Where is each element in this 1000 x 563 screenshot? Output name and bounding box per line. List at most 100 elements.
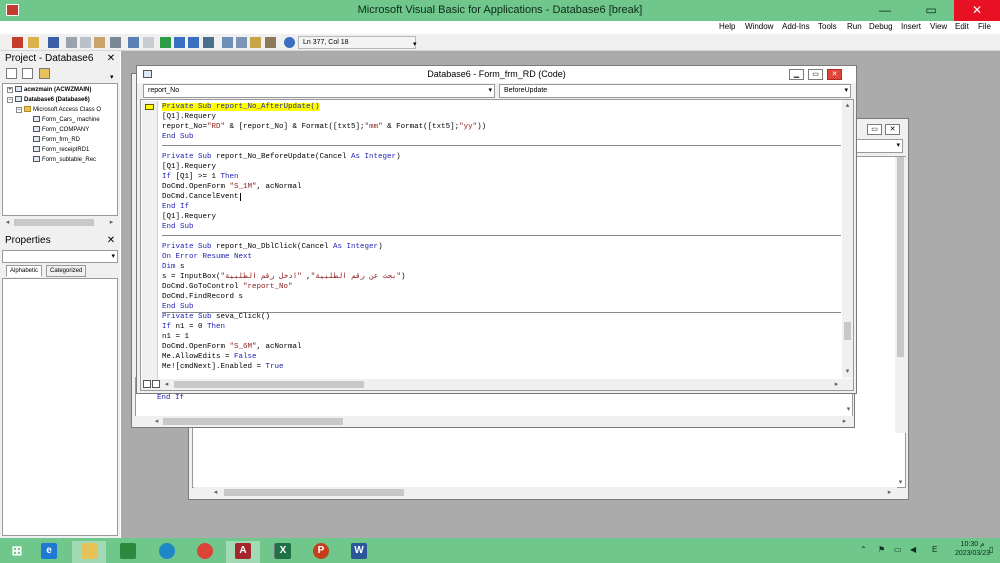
scroll-left-icon[interactable]: ◂ bbox=[161, 379, 172, 390]
taskbar-word[interactable]: W bbox=[342, 541, 376, 563]
taskbar-edge[interactable] bbox=[150, 541, 184, 563]
minimize-button[interactable]: — bbox=[862, 0, 908, 21]
volume-icon[interactable]: ◀ bbox=[910, 545, 916, 554]
scroll-thumb[interactable] bbox=[14, 219, 94, 226]
paste-icon[interactable] bbox=[94, 37, 105, 48]
code-vscroll[interactable]: ▴ ▾ bbox=[842, 100, 853, 378]
project-hscroll[interactable]: ◂ ▸ bbox=[2, 217, 118, 228]
menu-view[interactable]: View bbox=[930, 22, 947, 31]
insert-userform-icon[interactable] bbox=[28, 37, 39, 48]
scroll-down-icon[interactable]: ▾ bbox=[842, 366, 853, 377]
menu-tools[interactable]: Tools bbox=[818, 22, 837, 31]
menu-help[interactable]: Help bbox=[719, 22, 735, 31]
taskbar-powerpoint[interactable]: P bbox=[304, 541, 338, 563]
view-object-icon[interactable] bbox=[22, 68, 33, 79]
tree-item-database6[interactable]: − Database6 (Database6) bbox=[7, 96, 90, 103]
scroll-thumb[interactable] bbox=[163, 418, 343, 425]
scroll-right-icon[interactable]: ▸ bbox=[839, 416, 850, 427]
close-icon[interactable]: ✕ bbox=[106, 234, 116, 248]
network-icon[interactable]: ▭ bbox=[894, 545, 902, 554]
tab-categorized[interactable]: Categorized bbox=[46, 265, 87, 277]
menu-edit[interactable]: Edit bbox=[955, 22, 969, 31]
menu-file[interactable]: File bbox=[978, 22, 991, 31]
toolbar-options-icon[interactable]: ▾ bbox=[413, 40, 417, 48]
code-window-caption[interactable]: Database6 - Form_frm_RD (Code) ▁ ▭ ✕ bbox=[137, 66, 856, 83]
maximize-button[interactable]: ▭ bbox=[908, 0, 954, 21]
taskbar-explorer[interactable] bbox=[72, 541, 106, 563]
code-hscroll[interactable]: ◂ ▸ bbox=[141, 379, 853, 390]
expand-icon[interactable]: + bbox=[7, 87, 13, 93]
scroll-down-icon[interactable]: ▾ bbox=[843, 404, 854, 415]
break-icon[interactable] bbox=[174, 37, 185, 48]
scroll-right-icon[interactable]: ▸ bbox=[831, 379, 842, 390]
object-browser-icon[interactable] bbox=[250, 37, 261, 48]
cut-icon[interactable] bbox=[66, 37, 77, 48]
redo-icon[interactable] bbox=[143, 37, 154, 48]
project-explorer-icon[interactable] bbox=[222, 37, 233, 48]
tree-item-acwzmain[interactable]: + acwzmain (ACWZMAIN) bbox=[7, 86, 91, 93]
save-icon[interactable] bbox=[48, 37, 59, 48]
tree-item-access-objects[interactable]: − Microsoft Access Class O bbox=[16, 106, 101, 113]
tree-item-form-company[interactable]: Form_COMPANY bbox=[33, 126, 89, 133]
close-icon[interactable]: ✕ bbox=[885, 124, 900, 135]
scroll-right-icon[interactable]: ▸ bbox=[106, 217, 117, 228]
help-icon[interactable] bbox=[284, 37, 295, 48]
tree-item-form-receipt[interactable]: Form_receiptRD1 bbox=[33, 146, 89, 153]
taskbar-store[interactable] bbox=[111, 541, 145, 563]
middle-hscroll[interactable]: ◂ ▸ bbox=[135, 416, 853, 427]
scroll-left-icon[interactable]: ◂ bbox=[210, 487, 221, 498]
menu-debug[interactable]: Debug bbox=[869, 22, 893, 31]
chevron-down-icon[interactable]: ▾ bbox=[111, 252, 115, 260]
restore-icon[interactable]: ▭ bbox=[867, 124, 882, 135]
reset-icon[interactable] bbox=[188, 37, 199, 48]
design-mode-icon[interactable] bbox=[203, 37, 214, 48]
scroll-thumb[interactable] bbox=[844, 322, 851, 340]
collapse-icon[interactable]: − bbox=[16, 107, 22, 113]
scroll-left-icon[interactable]: ◂ bbox=[2, 217, 13, 228]
menu-add-ins[interactable]: Add-Ins bbox=[782, 22, 810, 31]
copy-icon[interactable] bbox=[80, 37, 91, 48]
full-module-view-icon[interactable] bbox=[152, 380, 160, 388]
close-icon[interactable]: ✕ bbox=[106, 52, 116, 66]
input-language[interactable]: E bbox=[932, 545, 937, 554]
scroll-thumb[interactable] bbox=[224, 489, 404, 496]
show-hidden-icons[interactable]: ⌃ bbox=[860, 545, 867, 554]
undo-icon[interactable] bbox=[128, 37, 139, 48]
chevron-down-icon[interactable]: ▾ bbox=[488, 85, 492, 97]
find-icon[interactable] bbox=[110, 37, 121, 48]
tree-item-form-cars[interactable]: Form_Cars_ machine bbox=[33, 116, 100, 123]
properties-window-icon[interactable] bbox=[236, 37, 247, 48]
code-editor[interactable]: Private Sub report_No_AfterUpdate() [Q1]… bbox=[140, 99, 854, 391]
toggle-folders-icon[interactable] bbox=[39, 68, 50, 79]
taskbar-ie[interactable]: e bbox=[32, 541, 66, 563]
code-window-active[interactable]: Database6 - Form_frm_RD (Code) ▁ ▭ ✕ rep… bbox=[136, 65, 857, 394]
minimize-icon[interactable]: ▁ bbox=[789, 69, 804, 80]
taskbar-excel[interactable]: X bbox=[266, 541, 300, 563]
properties-object-select[interactable]: ▾ bbox=[2, 250, 118, 263]
tree-item-form-subtable[interactable]: Form_subtable_Rec bbox=[33, 156, 96, 163]
procedure-view-icon[interactable] bbox=[143, 380, 151, 388]
scroll-up-icon[interactable]: ▴ bbox=[842, 100, 853, 111]
back-vscroll[interactable] bbox=[895, 157, 906, 433]
view-access-icon[interactable] bbox=[12, 37, 23, 48]
chevron-down-icon[interactable]: ▾ bbox=[896, 140, 900, 152]
chevron-down-icon[interactable]: ▾ bbox=[844, 85, 848, 97]
close-button[interactable]: ✕ bbox=[954, 0, 1000, 21]
menu-run[interactable]: Run bbox=[847, 22, 862, 31]
margin-indicator-bar[interactable] bbox=[142, 101, 158, 389]
menu-window[interactable]: Window bbox=[745, 22, 773, 31]
scroll-thumb[interactable] bbox=[897, 157, 904, 357]
menu-insert[interactable]: Insert bbox=[901, 22, 921, 31]
scroll-left-icon[interactable]: ◂ bbox=[151, 416, 162, 427]
toolbox-icon[interactable] bbox=[265, 37, 276, 48]
back-hscroll[interactable]: ◂ ▸ bbox=[194, 487, 897, 498]
start-button[interactable]: ⊞ bbox=[0, 541, 34, 563]
taskbar-chrome[interactable] bbox=[188, 541, 222, 563]
scroll-thumb[interactable] bbox=[174, 381, 364, 388]
view-code-icon[interactable] bbox=[6, 68, 17, 79]
flag-icon[interactable]: ⚑ bbox=[878, 545, 885, 554]
tree-item-form-frm-rd[interactable]: Form_frm_RD bbox=[33, 136, 80, 143]
clock-time[interactable]: 10:30 م bbox=[955, 540, 990, 548]
restore-icon[interactable]: ▭ bbox=[808, 69, 823, 80]
procedure-combo[interactable]: BeforeUpdate ▾ bbox=[499, 84, 851, 98]
